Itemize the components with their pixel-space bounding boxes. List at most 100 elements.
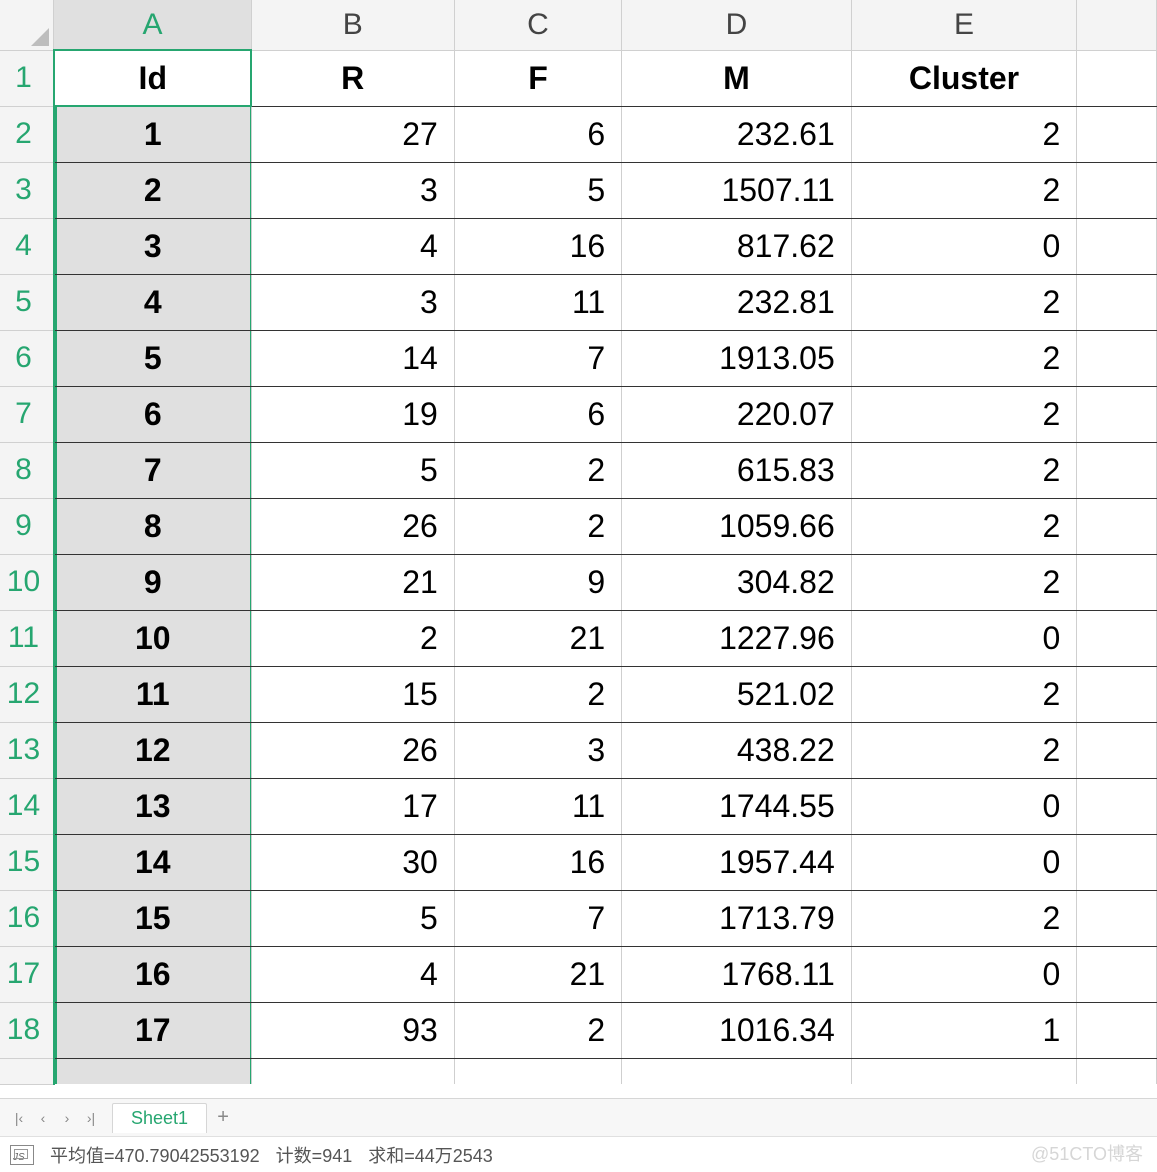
cell-C12[interactable]: 2 <box>454 666 621 722</box>
cell-C1[interactable]: F <box>454 50 621 106</box>
row-header-9[interactable]: 9 <box>0 498 54 554</box>
cell-spare-18[interactable] <box>1077 1002 1157 1058</box>
cell-E13[interactable]: 2 <box>851 722 1077 778</box>
cell-E5[interactable]: 2 <box>851 274 1077 330</box>
cell-spare-9[interactable] <box>1077 498 1157 554</box>
cell-B10[interactable]: 21 <box>251 554 454 610</box>
add-sheet-button[interactable]: + <box>209 1104 237 1132</box>
cell-E2[interactable]: 2 <box>851 106 1077 162</box>
row-header-2[interactable]: 2 <box>0 106 54 162</box>
cell-D5[interactable]: 232.81 <box>622 274 852 330</box>
cell-A15[interactable]: 14 <box>54 834 251 890</box>
row-header-19[interactable] <box>0 1058 54 1084</box>
cell-C8[interactable]: 2 <box>454 442 621 498</box>
cell-A14[interactable]: 13 <box>54 778 251 834</box>
cell-D16[interactable]: 1713.79 <box>622 890 852 946</box>
cell-D2[interactable]: 232.61 <box>622 106 852 162</box>
cell-D15[interactable]: 1957.44 <box>622 834 852 890</box>
row-header-10[interactable]: 10 <box>0 554 54 610</box>
cell-E19[interactable] <box>851 1058 1077 1084</box>
cell-D10[interactable]: 304.82 <box>622 554 852 610</box>
cell-B5[interactable]: 3 <box>251 274 454 330</box>
cell-E4[interactable]: 0 <box>851 218 1077 274</box>
cell-D3[interactable]: 1507.11 <box>622 162 852 218</box>
cell-D6[interactable]: 1913.05 <box>622 330 852 386</box>
cell-C13[interactable]: 3 <box>454 722 621 778</box>
cell-A19[interactable] <box>54 1058 251 1084</box>
cell-E1[interactable]: Cluster <box>851 50 1077 106</box>
cell-C5[interactable]: 11 <box>454 274 621 330</box>
cell-B15[interactable]: 30 <box>251 834 454 890</box>
cell-C7[interactable]: 6 <box>454 386 621 442</box>
cell-C15[interactable]: 16 <box>454 834 621 890</box>
cell-B13[interactable]: 26 <box>251 722 454 778</box>
cell-B14[interactable]: 17 <box>251 778 454 834</box>
cell-spare-7[interactable] <box>1077 386 1157 442</box>
spreadsheet-grid[interactable]: A B C D E 1IdRFMCluster21276232.61232351… <box>0 0 1157 1098</box>
cell-A10[interactable]: 9 <box>54 554 251 610</box>
cell-spare-2[interactable] <box>1077 106 1157 162</box>
cell-B1[interactable]: R <box>251 50 454 106</box>
cell-E6[interactable]: 2 <box>851 330 1077 386</box>
cell-spare-8[interactable] <box>1077 442 1157 498</box>
cell-E10[interactable]: 2 <box>851 554 1077 610</box>
row-header-7[interactable]: 7 <box>0 386 54 442</box>
col-header-D[interactable]: D <box>622 0 852 50</box>
cell-E7[interactable]: 2 <box>851 386 1077 442</box>
cell-E9[interactable]: 2 <box>851 498 1077 554</box>
cell-A5[interactable]: 4 <box>54 274 251 330</box>
row-header-8[interactable]: 8 <box>0 442 54 498</box>
nav-next-icon[interactable]: › <box>56 1107 78 1129</box>
cell-spare-14[interactable] <box>1077 778 1157 834</box>
col-header-A[interactable]: A <box>54 0 251 50</box>
cell-B9[interactable]: 26 <box>251 498 454 554</box>
cell-B8[interactable]: 5 <box>251 442 454 498</box>
cell-spare-15[interactable] <box>1077 834 1157 890</box>
cell-D8[interactable]: 615.83 <box>622 442 852 498</box>
cell-spare-4[interactable] <box>1077 218 1157 274</box>
cell-B18[interactable]: 93 <box>251 1002 454 1058</box>
row-header-6[interactable]: 6 <box>0 330 54 386</box>
cell-C11[interactable]: 21 <box>454 610 621 666</box>
col-header-C[interactable]: C <box>454 0 621 50</box>
cell-A18[interactable]: 17 <box>54 1002 251 1058</box>
cell-E15[interactable]: 0 <box>851 834 1077 890</box>
cell-D18[interactable]: 1016.34 <box>622 1002 852 1058</box>
row-header-13[interactable]: 13 <box>0 722 54 778</box>
cell-A17[interactable]: 16 <box>54 946 251 1002</box>
row-header-11[interactable]: 11 <box>0 610 54 666</box>
cell-B16[interactable]: 5 <box>251 890 454 946</box>
cell-A13[interactable]: 12 <box>54 722 251 778</box>
cell-A16[interactable]: 15 <box>54 890 251 946</box>
cell-spare-13[interactable] <box>1077 722 1157 778</box>
nav-last-icon[interactable]: ›| <box>80 1107 102 1129</box>
cell-C14[interactable]: 11 <box>454 778 621 834</box>
cell-B12[interactable]: 15 <box>251 666 454 722</box>
cell-D9[interactable]: 1059.66 <box>622 498 852 554</box>
row-header-14[interactable]: 14 <box>0 778 54 834</box>
cell-A1[interactable]: Id <box>54 50 251 106</box>
cell-A9[interactable]: 8 <box>54 498 251 554</box>
cell-C19[interactable] <box>454 1058 621 1084</box>
cell-spare-16[interactable] <box>1077 890 1157 946</box>
select-all-corner[interactable] <box>0 0 54 50</box>
cell-B17[interactable]: 4 <box>251 946 454 1002</box>
cell-B7[interactable]: 19 <box>251 386 454 442</box>
nav-prev-icon[interactable]: ‹ <box>32 1107 54 1129</box>
cell-C16[interactable]: 7 <box>454 890 621 946</box>
cell-A8[interactable]: 7 <box>54 442 251 498</box>
cell-D1[interactable]: M <box>622 50 852 106</box>
cell-D11[interactable]: 1227.96 <box>622 610 852 666</box>
cell-spare-11[interactable] <box>1077 610 1157 666</box>
cell-C6[interactable]: 7 <box>454 330 621 386</box>
row-header-12[interactable]: 12 <box>0 666 54 722</box>
row-header-18[interactable]: 18 <box>0 1002 54 1058</box>
cell-E3[interactable]: 2 <box>851 162 1077 218</box>
cell-spare-5[interactable] <box>1077 274 1157 330</box>
cell-B4[interactable]: 4 <box>251 218 454 274</box>
cell-D4[interactable]: 817.62 <box>622 218 852 274</box>
cell-B19[interactable] <box>251 1058 454 1084</box>
nav-first-icon[interactable]: |‹ <box>8 1107 30 1129</box>
cell-spare-6[interactable] <box>1077 330 1157 386</box>
col-header-E[interactable]: E <box>851 0 1077 50</box>
